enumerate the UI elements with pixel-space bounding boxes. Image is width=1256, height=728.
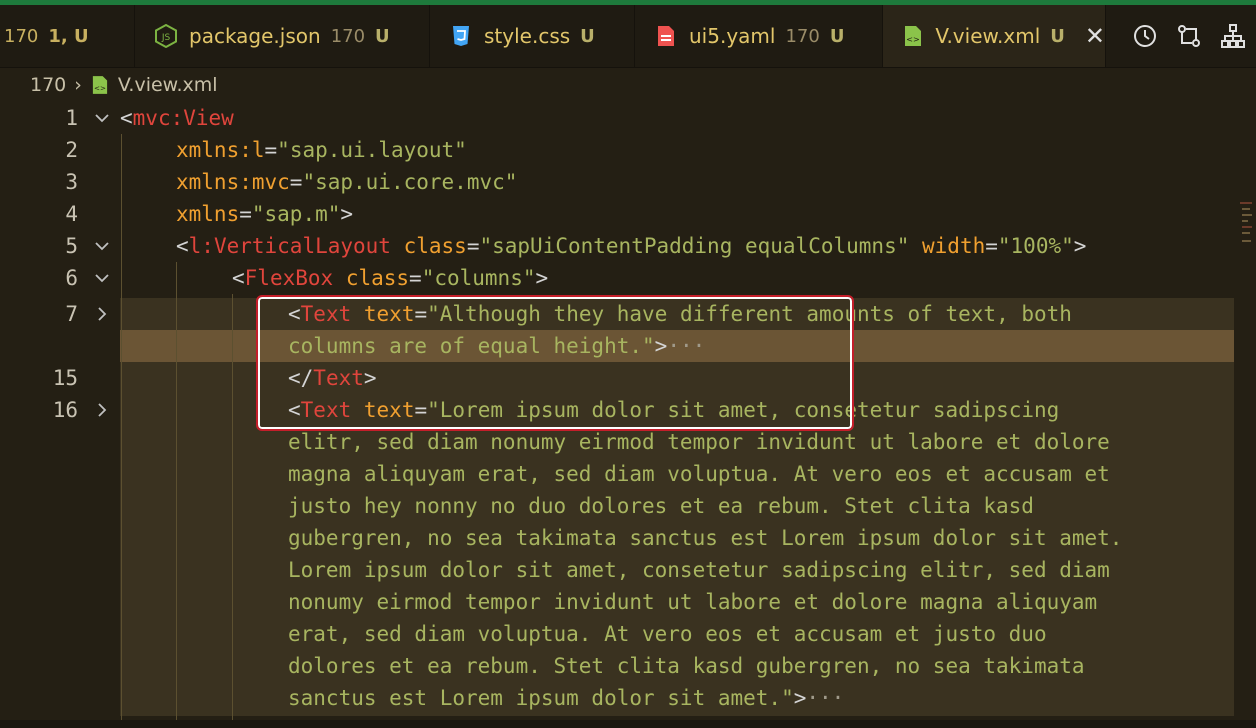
breadcrumb-file[interactable]: V.view.xml — [118, 74, 218, 96]
chevron-right-icon[interactable] — [92, 298, 112, 330]
code-line-wrap: justo hey nonny no duo dolores et ea reb… — [288, 494, 1034, 518]
code-line-wrap: magna aliquyam erat, sed diam voluptua. … — [288, 462, 1110, 486]
tab-style-css[interactable]: style.css U — [430, 5, 635, 67]
timeline-history-icon[interactable] — [1124, 15, 1166, 57]
tab-previous[interactable]: 170 1, U — [0, 5, 135, 67]
tab-package-json[interactable]: JS package.json 170 U — [135, 5, 430, 67]
chevron-down-icon[interactable] — [92, 102, 112, 134]
annotation-highlight-box — [256, 295, 854, 431]
line-number: 4 — [65, 202, 78, 226]
tab-bar: 170 1, U JS package.json 170 U style.css… — [0, 5, 1256, 68]
code-line: 3 xmlns:mvc="sap.ui.core.mvc" — [0, 166, 1256, 198]
code-line-wrap: dolores et ea rebum. Stet clita kasd gub… — [288, 654, 1085, 678]
tab-v-view-xml[interactable]: <> V.view.xml U ✕ — [883, 5, 1106, 67]
svg-text:JS: JS — [161, 33, 171, 43]
breadcrumb-folder[interactable]: 170 — [30, 74, 66, 96]
hierarchy-icon[interactable] — [1212, 15, 1254, 57]
line-number: 15 — [52, 366, 78, 390]
tab-ui5-yaml[interactable]: ui5.yaml 170 U — [635, 5, 883, 67]
code-line: 4 xmlns="sap.m"> — [0, 198, 1256, 230]
code-line: 5 <l:VerticalLayout class="sapUiContentP… — [0, 230, 1256, 262]
nodejs-icon: JS — [155, 24, 177, 48]
breadcrumb: 170 › <> V.view.xml — [0, 68, 1256, 102]
svg-text:<>: <> — [906, 35, 919, 44]
tab-label: ui5.yaml — [689, 24, 776, 48]
editor-actions — [1124, 5, 1256, 67]
code-line-wrap: nonumy eirmod tempor invidunt ut labore … — [288, 590, 1098, 614]
code-line: 6 <FlexBox class="columns"> — [0, 262, 1256, 294]
xml-file-icon: <> — [903, 24, 923, 48]
xml-file-icon: <> — [92, 75, 108, 95]
line-number: 3 — [65, 170, 78, 194]
chevron-right-icon[interactable] — [92, 394, 112, 426]
chevron-down-icon[interactable] — [92, 262, 112, 294]
code-line-wrap: Lorem ipsum dolor sit amet, consetetur s… — [288, 558, 1110, 582]
code-line-wrap: gubergren, no sea takimata sanctus est L… — [288, 526, 1123, 550]
compare-changes-icon[interactable] — [1168, 15, 1210, 57]
line-number: 6 — [65, 266, 78, 290]
tab-label: package.json — [189, 24, 321, 48]
code-line-wrap: sanctus est Lorem ipsum dolor sit amet."… — [288, 686, 845, 710]
minimap[interactable] — [1240, 202, 1252, 252]
chevron-right-icon: › — [74, 74, 82, 96]
code-line-wrap: erat, sed diam voluptua. At vero eos et … — [288, 622, 1047, 646]
line-number: 5 — [65, 234, 78, 258]
line-number: 1 — [65, 106, 78, 130]
svg-text:<>: <> — [94, 83, 106, 92]
line-number: 16 — [52, 398, 78, 422]
chevron-down-icon[interactable] — [92, 230, 112, 262]
yaml-file-icon — [655, 24, 677, 48]
horizontal-scrollbar[interactable] — [0, 720, 1256, 728]
close-icon[interactable]: ✕ — [1085, 22, 1105, 50]
code-editor[interactable]: 1 <mvc:View 2 xmlns:l="sap.ui.layout" 3 … — [0, 102, 1256, 728]
css-icon — [450, 24, 472, 48]
code-line: 1 <mvc:View — [0, 102, 1256, 134]
tab-label: V.view.xml — [935, 24, 1041, 48]
line-number: 7 — [65, 302, 78, 326]
folded-ellipsis[interactable]: ··· — [806, 686, 844, 710]
line-number: 2 — [65, 138, 78, 162]
code-line: 2 xmlns:l="sap.ui.layout" — [0, 134, 1256, 166]
tab-label: style.css — [484, 24, 571, 48]
